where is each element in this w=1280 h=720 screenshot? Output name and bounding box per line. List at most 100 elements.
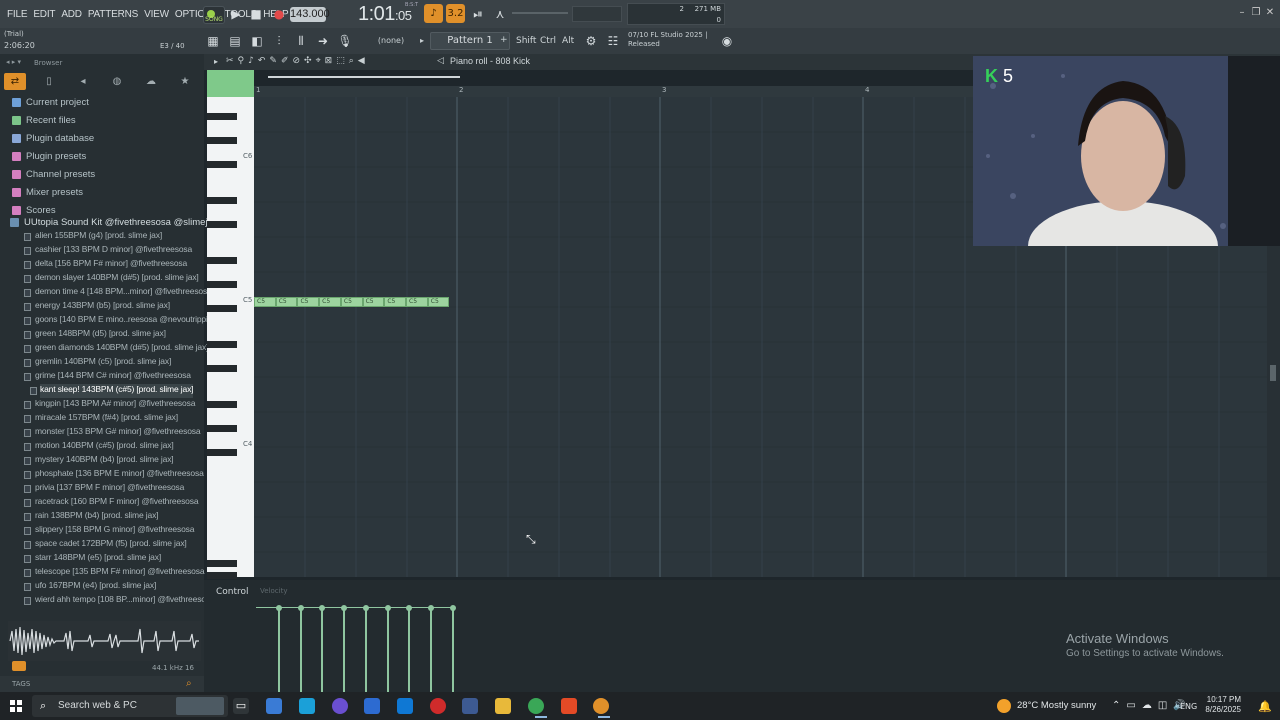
menu-item-add[interactable]: ADD — [58, 9, 85, 20]
tab-plugins-icon[interactable]: ◍ — [106, 73, 128, 90]
black-key[interactable] — [207, 560, 237, 567]
file-item[interactable]: kingpin [143 BPM A# minor] @fivethreesos… — [35, 398, 195, 412]
channel-rack-icon[interactable]: ◧ — [248, 32, 266, 50]
black-key[interactable] — [207, 401, 237, 408]
black-key[interactable] — [207, 425, 237, 432]
network-icon[interactable]: ◉ — [718, 32, 736, 50]
file-item[interactable]: monster [153 BPM G# minor] @fivethreesos… — [35, 426, 201, 440]
tree-item-plugin-presets[interactable]: Plugin presets — [12, 148, 86, 164]
velocity-bar[interactable] — [386, 608, 389, 692]
pr-tools-icons[interactable]: ✂⚲♪↶✎✐⊘✣⌖⊠⬚⌕◀ — [226, 56, 369, 66]
piano-keyboard[interactable] — [207, 97, 254, 577]
file-item[interactable]: cashier [133 BPM D minor] @fivethreesosa — [35, 244, 192, 258]
record-button[interactable]: ● — [270, 5, 288, 23]
add-pattern-icon[interactable]: + — [500, 35, 508, 45]
tab-files-icon[interactable]: ▯ — [38, 73, 60, 90]
velocity-handle[interactable] — [449, 605, 456, 611]
velocity-bar[interactable] — [430, 608, 433, 692]
snap-select[interactable]: (none) — [368, 34, 414, 48]
file-item[interactable]: goons [140 BPM E mino..reesosa @nevoutri… — [35, 314, 214, 328]
menu-item-patterns[interactable]: PATTERNS — [85, 9, 141, 20]
tree-item-channel-presets[interactable]: Channel presets — [12, 166, 95, 182]
menu-item-file[interactable]: FILE — [4, 9, 30, 20]
pattern-prev-icon[interactable]: ▸ — [420, 36, 424, 45]
file-explorer-icon[interactable] — [495, 698, 511, 714]
pat-song-toggle[interactable]: SONG — [203, 6, 225, 24]
menu-item-view[interactable]: VIEW — [141, 9, 172, 20]
file-item[interactable]: delta [156 BPM F# minor] @fivethreesosa — [35, 258, 187, 272]
velocity-handle[interactable] — [297, 605, 304, 611]
file-item[interactable]: starr 148BPM (e5) [prod. slime jax] — [35, 552, 161, 566]
black-key[interactable] — [207, 197, 237, 204]
black-key[interactable] — [207, 113, 237, 120]
velocity-bar[interactable] — [299, 608, 302, 692]
file-item[interactable]: miracale 157BPM (f#4) [prod. slime jax] — [35, 412, 178, 426]
file-item[interactable]: phosphate [136 BPM E minor] @fivethreeso… — [35, 468, 204, 482]
brave-icon[interactable] — [561, 698, 577, 714]
loop-record-button[interactable]: ⋏ — [491, 5, 509, 23]
tree-item-plugin-database[interactable]: Plugin database — [12, 130, 94, 146]
tree-item-current-project[interactable]: Current project — [12, 94, 89, 110]
black-key[interactable] — [207, 257, 237, 264]
preview-play-icon[interactable] — [12, 661, 26, 671]
black-key[interactable] — [207, 305, 237, 312]
file-item[interactable]: racetrack [160 BPM F minor] @fivethreeso… — [35, 496, 199, 510]
notification-icon[interactable]: 🔔 — [1258, 700, 1272, 713]
velocity-bar[interactable] — [408, 608, 411, 692]
velocity-bar[interactable] — [343, 608, 346, 692]
outlook-icon[interactable] — [397, 698, 413, 714]
file-item[interactable]: green diamonds 140BPM (d#5) [prod. slime… — [35, 342, 208, 356]
velocity-handle[interactable] — [362, 605, 369, 611]
note[interactable]: C5 — [384, 297, 407, 307]
note[interactable]: C5 — [362, 297, 385, 307]
pr-scrollbar[interactable] — [268, 76, 460, 78]
discord-icon[interactable] — [332, 698, 348, 714]
browser-toggle-icon[interactable]: ⦀ — [292, 32, 310, 50]
windows-start-icon[interactable] — [10, 700, 22, 712]
stop-button[interactable]: ■ — [247, 5, 265, 23]
alt-key-button[interactable]: Alt — [562, 33, 574, 49]
file-item[interactable]: slippery [158 BPM G minor] @fivethreesos… — [35, 524, 194, 538]
touch-controller-icon[interactable]: ⚙ — [582, 32, 600, 50]
tab-favorites-icon[interactable]: ★ — [174, 73, 196, 90]
task-view-icon[interactable]: ▭ — [233, 698, 249, 714]
file-item[interactable]: green 148BPM (d5) [prod. slime jax] — [35, 328, 166, 342]
note[interactable]: C5 — [254, 297, 276, 307]
tempo-display[interactable]: 143.000 — [290, 7, 330, 22]
piano-roll-icon[interactable]: ▤ — [226, 32, 244, 50]
control-label[interactable]: Control — [216, 587, 249, 597]
file-item[interactable]: energy 143BPM (b5) [prod. slime jax] — [35, 300, 170, 314]
online-icon[interactable]: ☷ — [604, 32, 622, 50]
pattern-selector[interactable]: Pattern 1 — [430, 32, 510, 50]
file-item[interactable]: kant sleep! 143BPM (c#5) [prod. slime ja… — [40, 384, 194, 398]
velocity-handle[interactable] — [276, 605, 282, 611]
weather-text[interactable]: 28°C Mostly sunny — [1017, 700, 1096, 711]
file-item[interactable]: alien 155BPM (g4) [prod. slime jax] — [35, 230, 162, 244]
black-key[interactable] — [207, 221, 237, 228]
note[interactable]: C5 — [406, 297, 428, 307]
edge-icon[interactable] — [299, 698, 315, 714]
taskbar-clock[interactable]: 10:17 PM 8/26/2025 — [1203, 695, 1241, 715]
tab-back-icon[interactable]: ◂ — [72, 73, 94, 90]
note[interactable]: C5 — [275, 297, 298, 307]
wait-input-button[interactable]: ⏯ — [469, 5, 487, 23]
file-item[interactable]: motion 140BPM (c#5) [prod. slime jax] — [35, 440, 174, 454]
language-indicator[interactable]: ENG — [1180, 702, 1197, 711]
velocity-handle[interactable] — [384, 605, 391, 611]
black-key[interactable] — [207, 281, 237, 288]
fl-studio-icon[interactable] — [593, 698, 609, 714]
menu-item-edit[interactable]: EDIT — [30, 9, 58, 20]
app-blue-icon[interactable] — [462, 698, 478, 714]
ctrl-key-button[interactable]: Ctrl — [540, 33, 556, 49]
restore-icon[interactable]: ❐ — [1250, 7, 1262, 19]
close-icon[interactable]: ✕ — [1264, 7, 1276, 19]
tree-item-recent-files[interactable]: Recent files — [12, 112, 76, 128]
copilot-icon[interactable] — [266, 698, 282, 714]
browser-nav-icons[interactable]: ◂ ▸ ▾ — [6, 58, 21, 66]
play-button[interactable]: ▶ — [227, 5, 245, 23]
speaker-icon[interactable]: ◁ — [437, 56, 444, 66]
note[interactable]: C5 — [340, 297, 363, 307]
black-key[interactable] — [207, 161, 237, 168]
plugin-picker-icon[interactable]: ➜ — [314, 32, 332, 50]
note[interactable]: C5 — [297, 297, 320, 307]
